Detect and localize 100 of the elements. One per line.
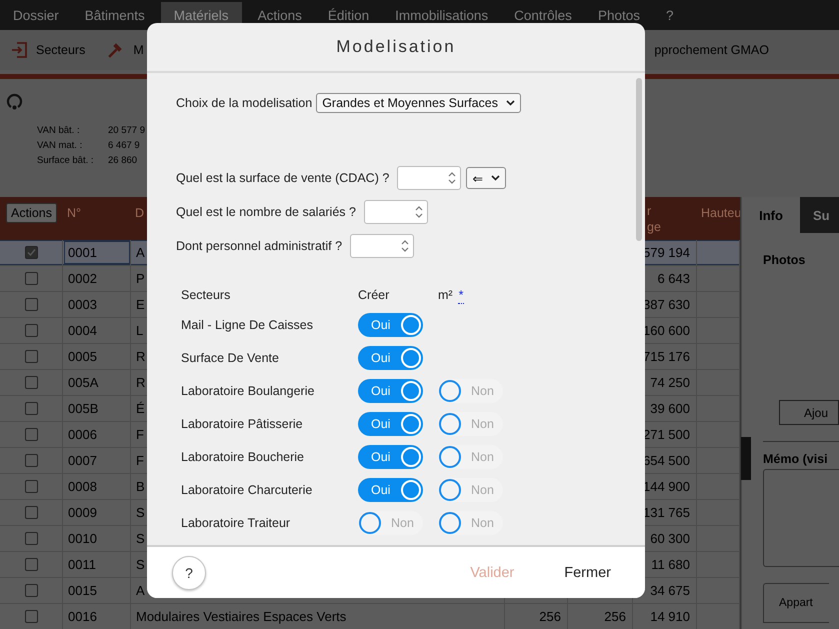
table-cell: E	[136, 297, 145, 312]
table-cell: 34 675	[650, 583, 690, 598]
toggle-switch[interactable]: Oui	[358, 412, 423, 436]
table-cell: Modulaires Vestiaires Espaces Verts	[136, 609, 346, 624]
table-cell: 0005	[68, 349, 97, 364]
memo-field[interactable]	[763, 469, 839, 567]
table-cell: 0009	[68, 505, 97, 520]
toolbar-button[interactable]: pprochement GMAO	[654, 43, 769, 57]
menu-item[interactable]: Dossier	[0, 2, 72, 30]
toggle-switch[interactable]: Non	[438, 379, 503, 403]
caret-icon	[506, 100, 515, 106]
menu-item[interactable]: Bâtiments	[72, 2, 158, 30]
table-cell: 39 600	[650, 401, 690, 416]
scrollbar[interactable]	[741, 437, 751, 480]
table-cell: 11 680	[651, 557, 690, 572]
row-checkbox[interactable]	[24, 610, 38, 623]
row-checkbox[interactable]	[24, 298, 38, 311]
toggle-switch[interactable]: Oui	[358, 478, 423, 502]
table-cell: A	[136, 583, 145, 598]
refresh-icon[interactable]	[6, 93, 23, 110]
table-cell: 0015	[68, 583, 97, 598]
summary-label: Surface bât. :	[37, 155, 95, 166]
toggle-switch[interactable]: Non	[438, 478, 503, 502]
summary-label: VAN bât. :	[37, 125, 81, 136]
column-header: Secteurs	[181, 288, 232, 304]
sector-name: Surface De Vente	[181, 351, 280, 365]
sector-name: Laboratoire Boulangerie	[181, 384, 316, 398]
table-cell: 005A	[68, 375, 98, 390]
table-cell: 005B	[68, 401, 98, 416]
table-cell: 74 250	[650, 375, 690, 390]
toolbar-button[interactable]: Secteurs	[36, 43, 86, 57]
toggle-switch[interactable]: Non	[438, 445, 503, 469]
table-cell: S	[136, 531, 145, 546]
row-checkbox[interactable]	[24, 454, 38, 467]
table-cell: R	[136, 375, 146, 390]
table-cell: F	[136, 453, 144, 468]
column-header: Créer	[358, 288, 390, 304]
add-button[interactable]: Ajou	[779, 400, 839, 425]
table-cell: F	[136, 427, 144, 442]
table-cell: 0006	[68, 427, 97, 442]
summary-value: 20 577 9	[108, 125, 145, 136]
row-checkbox[interactable]	[24, 350, 38, 363]
row-checkbox[interactable]	[24, 324, 38, 337]
row-checkbox[interactable]	[24, 428, 38, 441]
help-link[interactable]: *	[458, 288, 464, 304]
unit-select[interactable]: ⇐	[466, 167, 506, 189]
question-label: Dont personnel administratif ?	[176, 239, 342, 253]
section-heading: Photos	[763, 253, 806, 267]
toolbar-button[interactable]: M	[133, 43, 144, 57]
row-checkbox[interactable]	[24, 376, 38, 389]
table-cell: S	[136, 505, 145, 520]
menu-item[interactable]: ?	[652, 2, 686, 30]
tab[interactable]: Su	[800, 197, 839, 233]
spinner-icon[interactable]	[447, 170, 458, 186]
toggle-switch[interactable]: Oui	[358, 346, 423, 370]
table-cell: A	[136, 245, 145, 260]
spinner-icon[interactable]	[400, 238, 410, 254]
number-field[interactable]	[364, 200, 428, 224]
toggle-switch[interactable]: Oui	[358, 445, 423, 469]
table-cell: 0007	[68, 453, 97, 468]
table-cell: 0016	[68, 609, 97, 624]
table-cell: 6 643	[657, 271, 690, 286]
panel-button[interactable]: Appart	[763, 583, 829, 623]
table-cell: 256	[604, 609, 626, 624]
table-cell: É	[136, 401, 145, 416]
actions-button[interactable]: Actions	[6, 203, 57, 223]
toggle-switch[interactable]: Oui	[358, 313, 423, 337]
row-checkbox[interactable]	[24, 272, 38, 285]
summary-value: 26 860	[108, 155, 138, 166]
caret-icon	[491, 175, 500, 181]
field-label: Choix de la modelisation	[176, 96, 312, 110]
summary-value: 6 467 9	[108, 140, 141, 151]
row-checkbox[interactable]	[24, 506, 38, 519]
toggle-switch[interactable]: Oui	[358, 379, 423, 403]
table-cell: 14 910	[650, 609, 690, 624]
column-header[interactable]: N°	[63, 197, 131, 243]
table-row[interactable]: 0016 Modulaires Vestiaires Espaces Verts 256 256 14 910	[0, 604, 740, 629]
row-checkbox[interactable]	[24, 402, 38, 415]
table-cell: 0002	[68, 271, 97, 286]
row-checkbox[interactable]	[24, 532, 38, 545]
spinner-icon[interactable]	[414, 204, 424, 220]
table-cell: P	[136, 271, 145, 286]
toggle-switch[interactable]: Non	[358, 511, 423, 535]
memo-label: Mémo (visi	[763, 452, 829, 466]
table-cell: 131 765	[643, 505, 690, 520]
modelisation-select[interactable]: Grandes et Moyennes Surfaces	[316, 93, 521, 113]
row-checkbox[interactable]	[24, 246, 38, 259]
help-button[interactable]: ?	[172, 556, 206, 590]
scrollbar[interactable]	[636, 78, 642, 241]
column-header[interactable]: Hauteu	[697, 197, 740, 243]
row-checkbox[interactable]	[24, 558, 38, 571]
toggle-switch[interactable]: Non	[438, 412, 503, 436]
row-checkbox[interactable]	[24, 480, 38, 493]
row-checkbox[interactable]	[24, 584, 38, 597]
table-cell: S	[136, 557, 145, 572]
number-field[interactable]	[397, 166, 462, 190]
toggle-switch[interactable]: Non	[438, 511, 503, 535]
number-field[interactable]	[350, 234, 414, 258]
summary-label: VAN mat. :	[37, 140, 84, 151]
close-button[interactable]: Fermer	[564, 564, 611, 580]
